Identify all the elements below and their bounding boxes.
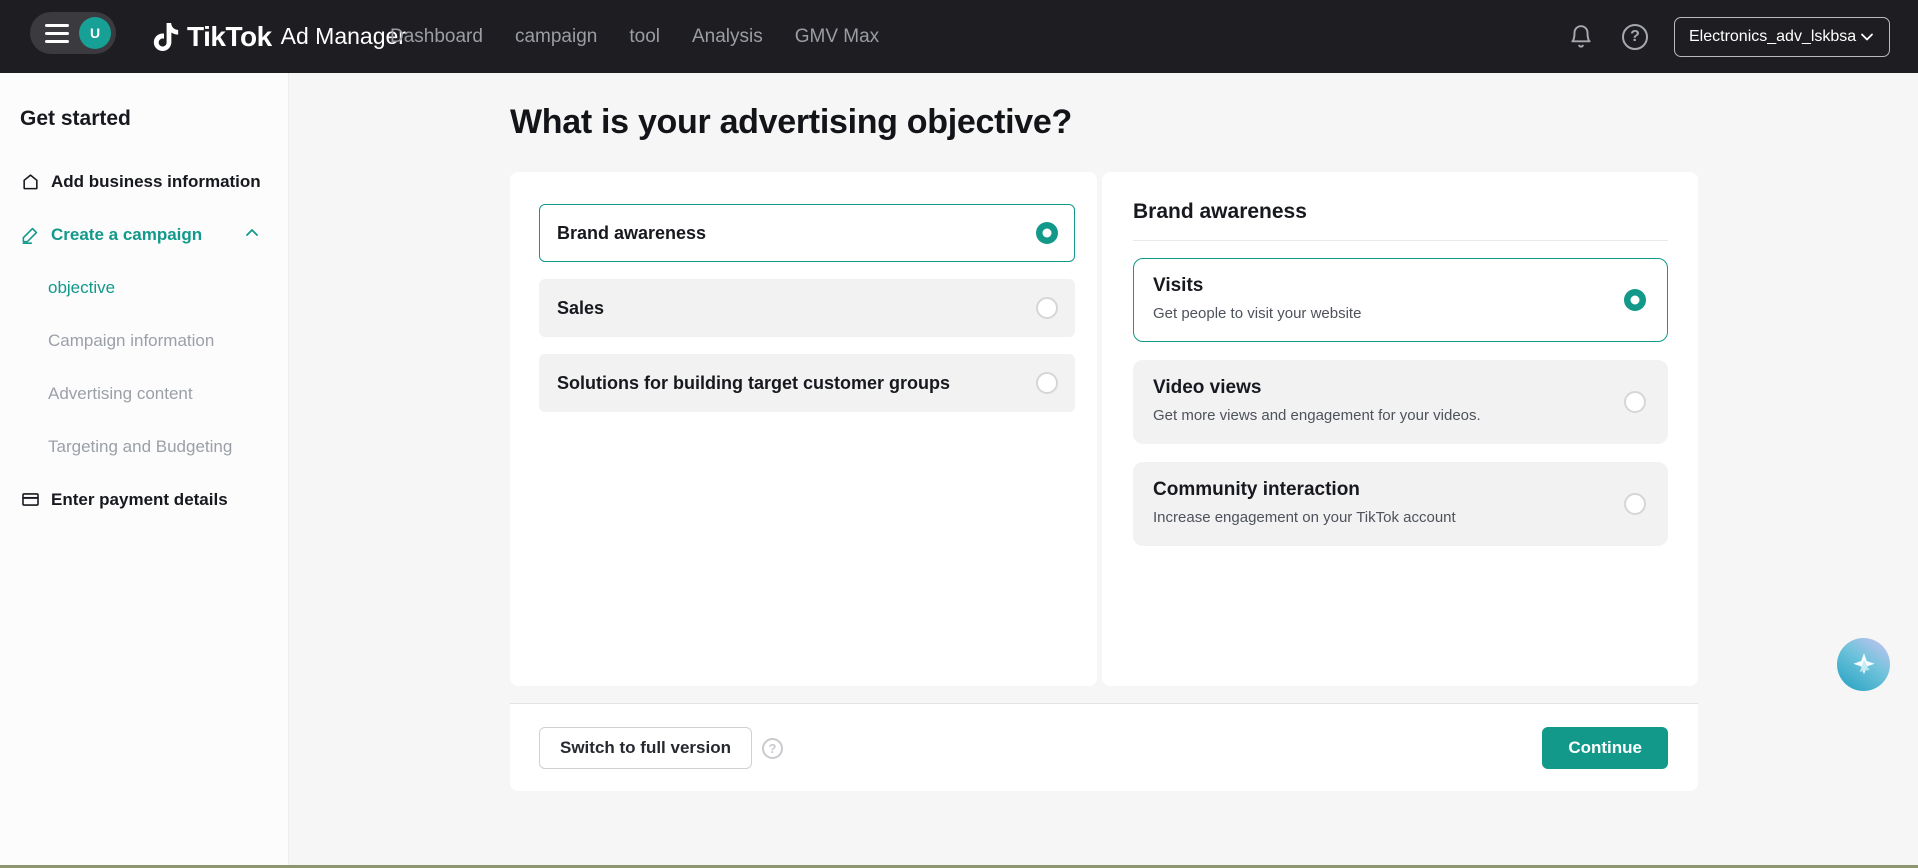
chevron-up-icon[interactable] [244, 224, 260, 245]
objective-label: Solutions for building target customer g… [557, 373, 950, 394]
radio-icon[interactable] [1036, 222, 1058, 244]
top-navbar: U TikTok Ad Manager Dashboard campaign t… [0, 0, 1918, 73]
credit-card-icon [20, 490, 40, 510]
sidebar-item-add-business-information[interactable]: Add business information [0, 155, 288, 208]
sparkle-icon [1849, 650, 1879, 680]
detail-panel-title: Brand awareness [1133, 200, 1668, 224]
objective-option-1[interactable]: Sales [539, 279, 1075, 337]
pencil-icon [20, 225, 40, 245]
menu-avatar-pill[interactable]: U [30, 12, 116, 54]
nav-campaign[interactable]: campaign [515, 26, 597, 48]
account-name: Electronics_adv_lskbsa [1689, 28, 1856, 46]
nav-dashboard[interactable]: Dashboard [390, 26, 483, 48]
sidebar-step-advertising-content[interactable]: Advertising content [0, 367, 288, 420]
radio-icon[interactable] [1624, 391, 1646, 413]
brand-logo: TikTok Ad Manager [152, 0, 406, 73]
continue-button[interactable]: Continue [1542, 727, 1668, 769]
sidebar-step-label: Advertising content [48, 384, 193, 404]
brand-suffix: Ad Manager [281, 23, 406, 50]
brand-name: TikTok [187, 21, 272, 53]
nav-gmv-max[interactable]: GMV Max [795, 26, 879, 48]
page-title: What is your advertising objective? [510, 103, 1072, 142]
sidebar-step-label: Targeting and Budgeting [48, 437, 232, 457]
sidebar-title: Get started [20, 107, 288, 131]
sidebar-item-label: Add business information [51, 172, 261, 192]
chevron-down-icon [1859, 29, 1875, 45]
radio-icon[interactable] [1624, 289, 1646, 311]
detail-option-1[interactable]: Video views Get more views and engagemen… [1133, 360, 1668, 444]
detail-option-desc: Get people to visit your website [1153, 305, 1601, 322]
nav-analysis[interactable]: Analysis [692, 26, 763, 48]
detail-option-0[interactable]: Visits Get people to visit your website [1133, 258, 1668, 342]
detail-option-title: Video views [1153, 377, 1601, 399]
detail-option-desc: Get more views and engagement for your v… [1153, 407, 1601, 424]
assistant-fab-button[interactable] [1837, 638, 1890, 691]
radio-icon[interactable] [1036, 372, 1058, 394]
main-content: What is your advertising objective? Bran… [289, 73, 1918, 865]
avatar[interactable]: U [79, 17, 111, 49]
objective-list-panel: Brand awareness Sales Solutions for buil… [510, 172, 1097, 686]
sidebar-item-enter-payment-details[interactable]: Enter payment details [0, 473, 288, 526]
account-dropdown[interactable]: Electronics_adv_lskbsa [1674, 17, 1890, 57]
detail-option-desc: Increase engagement on your TikTok accou… [1153, 509, 1601, 526]
divider [1133, 240, 1668, 241]
objective-detail-panel: Brand awareness Visits Get people to vis… [1102, 172, 1698, 686]
objective-option-2[interactable]: Solutions for building target customer g… [539, 354, 1075, 412]
footer-help-icon[interactable]: ? [762, 738, 783, 759]
notification-bell-icon[interactable] [1566, 22, 1596, 52]
objective-option-0[interactable]: Brand awareness [539, 204, 1075, 262]
sidebar-step-campaign-information[interactable]: Campaign information [0, 314, 288, 367]
help-icon[interactable]: ? [1622, 24, 1648, 50]
sidebar-step-targeting-and-budgeting[interactable]: Targeting and Budgeting [0, 420, 288, 473]
nav-tool[interactable]: tool [629, 26, 660, 48]
sidebar-item-label: Enter payment details [51, 490, 228, 510]
objective-label: Sales [557, 298, 604, 319]
detail-option-title: Visits [1153, 275, 1601, 297]
radio-icon[interactable] [1036, 297, 1058, 319]
radio-icon[interactable] [1624, 493, 1646, 515]
tiktok-note-icon [152, 23, 180, 51]
detail-option-2[interactable]: Community interaction Increase engagemen… [1133, 462, 1668, 546]
sidebar-step-objective[interactable]: objective [0, 261, 288, 314]
sidebar-step-label: Campaign information [48, 331, 214, 351]
home-icon [20, 172, 40, 192]
sidebar-item-create-a-campaign[interactable]: Create a campaign [0, 208, 288, 261]
sidebar-item-label: Create a campaign [51, 225, 202, 245]
sidebar-step-label: objective [48, 278, 115, 298]
objective-label: Brand awareness [557, 223, 706, 244]
footer-bar: Switch to full version ? Continue [510, 703, 1698, 791]
sidebar: Get started Add business information Cre… [0, 73, 289, 865]
detail-option-title: Community interaction [1153, 479, 1601, 501]
switch-to-full-version-button[interactable]: Switch to full version [539, 727, 752, 769]
nav-links: Dashboard campaign tool Analysis GMV Max [390, 0, 879, 73]
hamburger-icon[interactable] [45, 24, 69, 43]
